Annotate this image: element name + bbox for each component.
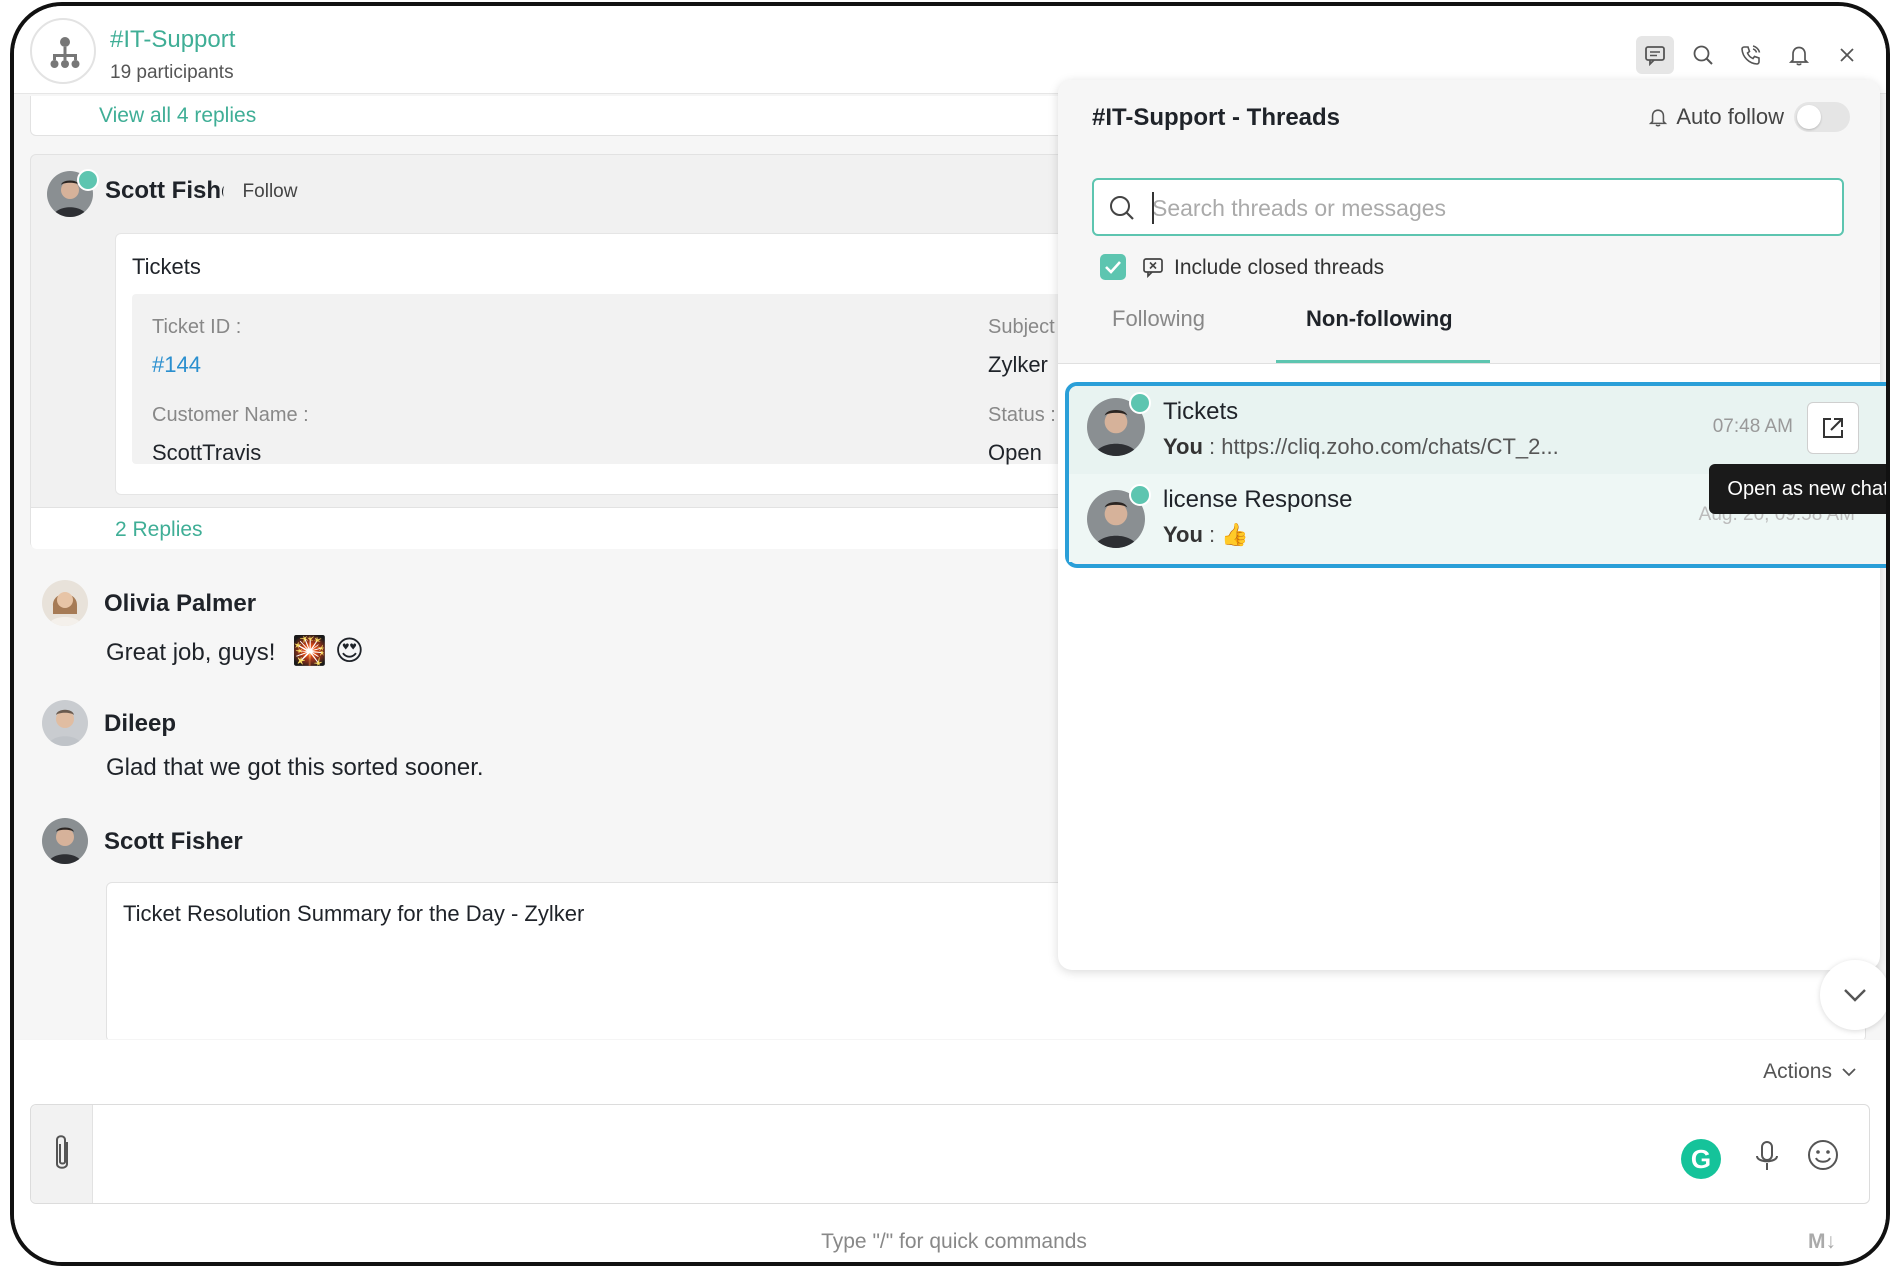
- thread-title: Tickets: [1163, 398, 1239, 425]
- thread-preview: You : https://cliq.zoho.com/chats/CT_2..…: [1163, 434, 1559, 460]
- search-button[interactable]: [1684, 36, 1722, 74]
- ticket-card-title: Tickets: [132, 254, 201, 279]
- text-caret: [1152, 192, 1154, 224]
- call-button[interactable]: [1732, 36, 1770, 74]
- thread-preview-text: : 👍: [1202, 522, 1249, 547]
- quick-commands-hint: Type "/" for quick commands: [821, 1230, 1087, 1253]
- avatar[interactable]: [42, 700, 88, 746]
- close-button[interactable]: [1828, 36, 1866, 74]
- thread-sender: You: [1163, 522, 1203, 547]
- channel-name[interactable]: #IT-Support: [110, 26, 235, 54]
- message-emojis: 🎇 😍: [292, 635, 364, 666]
- ticket-card: Tickets Ticket ID : #144 Subject Zylker …: [115, 233, 1145, 495]
- scroll-to-bottom-button[interactable]: [1820, 960, 1886, 1030]
- status-label: Status :: [988, 404, 1056, 426]
- replies-bar: 2 Replies: [31, 507, 1129, 549]
- app-window: #IT-Support 19 participants View all 4 r…: [10, 2, 1890, 1266]
- bell-icon: [1788, 46, 1810, 66]
- ticket-id-link[interactable]: #144: [152, 352, 201, 378]
- threads-panel-title: #IT-Support - Threads: [1092, 104, 1341, 131]
- thread-item[interactable]: Tickets You : https://cliq.zoho.com/chat…: [1069, 386, 1886, 474]
- bell-icon: [1649, 109, 1668, 127]
- previous-thread-card: View all 4 replies: [30, 96, 1130, 136]
- message-author[interactable]: Olivia Palmer: [104, 590, 256, 618]
- attach-button[interactable]: [31, 1105, 93, 1203]
- emoji-icon[interactable]: [1805, 1137, 1841, 1173]
- open-as-new-chat-tooltip: Open as new chat: [1709, 464, 1886, 514]
- search-input[interactable]: [1152, 190, 1832, 226]
- search-icon: [1110, 196, 1134, 220]
- search-field[interactable]: [1092, 178, 1844, 236]
- participants-count[interactable]: 19 participants: [110, 62, 234, 84]
- message-text: Glad that we got this sorted sooner.: [106, 754, 484, 781]
- threads-panel: #IT-Support - Threads Auto follow Includ…: [1058, 80, 1886, 970]
- message-composer[interactable]: G: [30, 1104, 1870, 1204]
- customer-name-value: ScottTravis: [152, 440, 262, 465]
- tab-following[interactable]: Following: [1112, 306, 1205, 332]
- message-author[interactable]: Dileep: [104, 710, 176, 738]
- closed-thread-icon: [1143, 258, 1163, 278]
- view-all-replies-link[interactable]: View all 4 replies: [99, 104, 256, 128]
- message-author[interactable]: Scott Fisher: [104, 828, 243, 856]
- external-link-icon: [1823, 418, 1843, 438]
- chevron-down-icon: [1844, 989, 1866, 1002]
- active-tab-indicator: [1276, 360, 1490, 363]
- thread-badge-icon: [1129, 484, 1151, 506]
- subject-label: Subject: [988, 316, 1055, 338]
- ticket-details: Ticket ID : #144 Subject Zylker Customer…: [132, 294, 1122, 465]
- customer-name-label: Customer Name :: [152, 404, 309, 426]
- thread-list: Tickets You : https://cliq.zoho.com/chat…: [1065, 382, 1886, 568]
- paperclip-icon: [55, 1135, 68, 1169]
- avatar[interactable]: [42, 818, 88, 864]
- replies-link[interactable]: 2 Replies: [115, 518, 203, 542]
- check-icon: [1105, 261, 1121, 274]
- close-icon: [1840, 48, 1854, 62]
- markdown-toggle[interactable]: M↓: [1808, 1230, 1836, 1254]
- tab-non-following[interactable]: Non-following: [1306, 306, 1453, 332]
- auto-follow-text: Auto follow: [1676, 104, 1784, 129]
- search-icon: [1693, 45, 1713, 65]
- actions-dropdown[interactable]: Actions: [1763, 1060, 1858, 1084]
- status-value: Open: [988, 440, 1042, 465]
- thread-sender: You: [1163, 434, 1203, 459]
- chevron-down-icon: [1842, 1068, 1856, 1077]
- thread-title: license Response: [1163, 486, 1353, 513]
- thread-badge-icon: [1129, 392, 1151, 414]
- threads-button[interactable]: [1636, 36, 1674, 74]
- header-actions: [1636, 36, 1866, 74]
- ticket-id-label: Ticket ID :: [152, 316, 242, 338]
- subject-value: Zylker: [988, 352, 1048, 377]
- avatar[interactable]: [42, 580, 88, 626]
- notification-button[interactable]: [1780, 36, 1818, 74]
- threads-panel-header: #IT-Support - Threads Auto follow Includ…: [1058, 80, 1880, 364]
- actions-label: Actions: [1763, 1060, 1832, 1083]
- thread-preview-text: : https://cliq.zoho.com/chats/CT_2...: [1202, 434, 1559, 459]
- thread-time: 07:48 AM: [1712, 416, 1793, 437]
- channel-avatar[interactable]: [30, 18, 96, 84]
- thread-badge-icon: [77, 169, 99, 191]
- auto-follow-toggle[interactable]: [1794, 102, 1850, 132]
- phone-icon: [1741, 45, 1761, 65]
- auto-follow-label: Auto follow: [1648, 104, 1784, 130]
- message-body: Great job, guys!: [106, 639, 276, 666]
- threads-icon: [1645, 46, 1665, 66]
- follow-button[interactable]: Follow: [223, 175, 317, 209]
- message-text: Great job, guys! 🎇 😍: [106, 634, 364, 667]
- microphone-icon[interactable]: [1753, 1139, 1781, 1175]
- org-chart-icon: [50, 37, 80, 68]
- include-closed-label[interactable]: Include closed threads: [1174, 256, 1384, 280]
- thread-message-card: Scott Fisher Follow Tickets Ticket ID : …: [30, 154, 1145, 549]
- summary-card-title: Ticket Resolution Summary for the Day - …: [123, 901, 585, 926]
- toggle-knob: [1797, 105, 1821, 129]
- grammarly-button[interactable]: G: [1681, 1139, 1721, 1179]
- include-closed-checkbox[interactable]: [1100, 254, 1126, 280]
- thread-preview: You : 👍: [1163, 522, 1249, 548]
- composer-area: Actions G Type "/" for quick commands M↓: [14, 1040, 1886, 1262]
- open-as-new-chat-button[interactable]: [1807, 402, 1859, 454]
